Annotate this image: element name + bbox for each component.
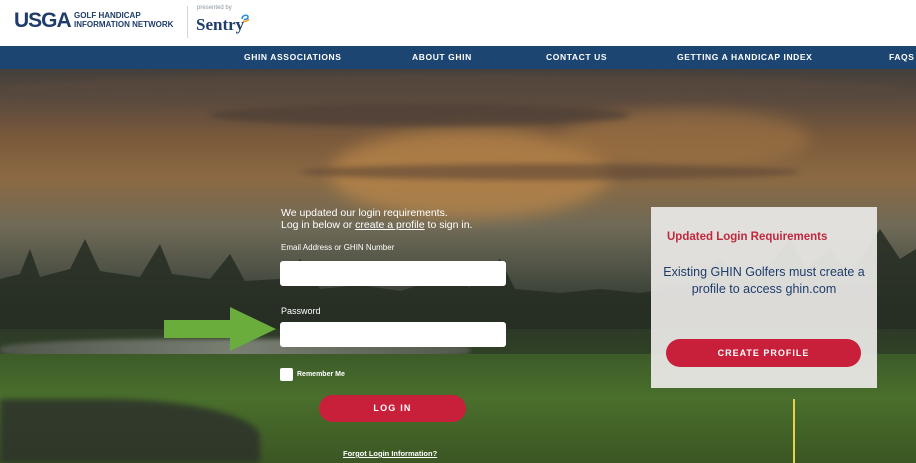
login-intro-text: We updated our login requirements. Log i…	[281, 207, 472, 231]
nav-contact-us[interactable]: CONTACT US	[546, 46, 607, 69]
updated-login-panel: Updated Login Requirements Existing GHIN…	[651, 207, 877, 388]
nav-ghin-associations[interactable]: GHIN ASSOCIATIONS	[244, 46, 342, 69]
intro-line2-suffix: to sign in.	[424, 219, 473, 231]
usga-logo-text: USGA	[14, 9, 72, 32]
usga-logo[interactable]: USGA	[14, 9, 72, 32]
header-divider	[187, 6, 188, 38]
nav-getting-handicap-index[interactable]: GETTING A HANDICAP INDEX	[677, 46, 812, 69]
intro-line2: Log in below or create a profile to sign…	[281, 219, 472, 231]
email-field[interactable]	[280, 261, 506, 286]
remember-me-label: Remember Me	[297, 371, 345, 378]
panel-title: Updated Login Requirements	[667, 231, 828, 243]
ghin-network-line2: INFORMATION NETWORK	[74, 20, 174, 29]
create-profile-link[interactable]: create a profile	[355, 219, 424, 231]
create-profile-button[interactable]: CREATE PROFILE	[666, 339, 861, 367]
password-label: Password	[281, 306, 321, 316]
sentry-swirl-icon	[241, 14, 250, 23]
remember-me-checkbox[interactable]	[280, 368, 293, 381]
password-field[interactable]	[280, 322, 506, 347]
sentry-logo: Sentry	[196, 15, 245, 34]
panel-message: Existing GHIN Golfers must create a prof…	[663, 265, 865, 296]
presented-by-label: presented by	[197, 5, 232, 11]
flagpole	[793, 399, 795, 463]
ghin-network-title: GOLF HANDICAP INFORMATION NETWORK	[74, 11, 173, 29]
ghin-network-line1: GOLF HANDICAP	[74, 11, 141, 20]
forgot-login-link[interactable]: Forgot Login Information?	[343, 449, 437, 458]
intro-line2-prefix: Log in below or	[281, 219, 356, 231]
email-label: Email Address or GHIN Number	[281, 243, 395, 252]
green-arrow-pointer-icon	[164, 307, 276, 351]
login-button[interactable]: LOG IN	[319, 395, 466, 422]
nav-faqs[interactable]: FAQS	[889, 46, 915, 69]
intro-line1: We updated our login requirements.	[281, 207, 448, 219]
nav-about-ghin[interactable]: ABOUT GHIN	[412, 46, 472, 69]
main-nav: GHIN ASSOCIATIONS ABOUT GHIN CONTACT US …	[0, 46, 916, 69]
cloud-band-3	[300, 164, 800, 180]
cloud-band-2	[210, 104, 630, 126]
cloud-band	[0, 74, 900, 104]
site-header: USGA GOLF HANDICAP INFORMATION NETWORK p…	[0, 0, 916, 46]
